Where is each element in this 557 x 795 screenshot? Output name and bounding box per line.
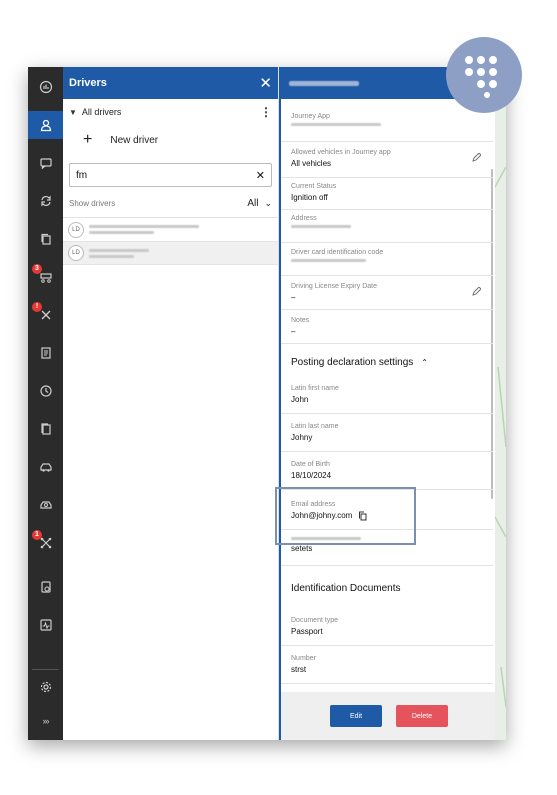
new-driver-button[interactable]: + New driver — [63, 125, 278, 155]
more-options-icon[interactable]: ⋮ — [260, 105, 272, 119]
vehicle-icon[interactable] — [28, 453, 63, 481]
driver-details-panel: Journey App Allowed vehicles in Journey … — [279, 67, 497, 740]
driver-filter[interactable]: ▼ All drivers ⋮ — [63, 99, 278, 125]
app-window: 3 ! 1 ››› Drivers ✕ ▼ All drivers ⋮ + Ne… — [28, 67, 506, 740]
section-title: Posting declaration settings — [291, 357, 414, 368]
drivers-header: Drivers ✕ — [63, 67, 278, 99]
clear-search-icon[interactable]: ✕ — [256, 169, 265, 182]
tools-badge: ! — [32, 302, 42, 312]
map-roads — [495, 166, 506, 708]
edit-pencil-icon[interactable] — [471, 153, 481, 163]
chat-icon[interactable] — [28, 149, 63, 177]
driver-card-field: Driver card identification code — [291, 249, 487, 262]
vehicle-settings-icon[interactable] — [28, 491, 63, 519]
email-highlight-box — [275, 487, 416, 545]
edit-button[interactable]: Edit — [330, 705, 382, 727]
show-drivers-select[interactable]: All ⌄ — [247, 198, 272, 209]
filter-label: All drivers — [81, 107, 122, 117]
brand-logo — [446, 37, 522, 113]
redacted-driver-text — [89, 248, 149, 258]
nav-rail: 3 ! 1 ››› — [28, 67, 63, 740]
delete-button[interactable]: Delete — [396, 705, 448, 727]
history-icon[interactable] — [28, 377, 63, 405]
list-item[interactable]: LD — [63, 241, 278, 265]
notes-field: Notes – — [291, 317, 310, 336]
drivers-panel: Drivers ✕ ▼ All drivers ⋮ + New driver f… — [63, 67, 279, 740]
dashboard-icon[interactable] — [28, 73, 63, 101]
search-value: fm — [76, 169, 88, 181]
last-name-field: Latin last name Johny — [291, 423, 339, 442]
list-item[interactable]: LD — [63, 217, 278, 241]
sync-icon[interactable] — [28, 187, 63, 215]
first-name-field: Latin first name John — [291, 385, 339, 404]
rail-divider — [32, 669, 59, 670]
network-badge: 1 — [32, 530, 42, 540]
document-type-field: Document type Passport — [291, 617, 339, 636]
route-badge: 3 — [32, 264, 42, 274]
copy-icon[interactable] — [28, 225, 63, 253]
allowed-vehicles-field: Allowed vehicles in Journey app All vehi… — [291, 149, 391, 168]
edit-pencil-icon[interactable] — [471, 287, 481, 297]
driver-icon[interactable] — [28, 111, 63, 139]
chevron-down-icon: ▼ — [69, 107, 77, 117]
current-status-field: Current Status Ignition off — [291, 183, 337, 202]
monitor-icon[interactable] — [28, 611, 63, 639]
report-icon[interactable] — [28, 573, 63, 601]
files-icon[interactable] — [28, 415, 63, 443]
journey-app-field: Journey App — [291, 113, 487, 126]
avatar: LD — [68, 245, 84, 261]
show-drivers-label: Show drivers — [69, 198, 116, 208]
search-input[interactable]: fm ✕ — [69, 163, 272, 187]
show-drivers-value: All — [247, 197, 259, 209]
show-drivers-row: Show drivers All ⌄ — [63, 189, 278, 217]
drivers-title: Drivers — [69, 77, 107, 89]
details-footer: Edit Delete — [281, 692, 497, 740]
redacted-driver-text — [89, 225, 199, 234]
dots-logo-icon — [465, 56, 497, 98]
network-icon[interactable]: 1 — [28, 529, 63, 557]
close-icon[interactable]: ✕ — [259, 76, 272, 91]
gear-icon[interactable] — [28, 673, 63, 701]
dob-field: Date of Birth 18/10/2024 — [291, 461, 332, 480]
document-number-field: Number strst — [291, 655, 316, 674]
map-view[interactable] — [495, 67, 506, 740]
chevron-down-icon: ⌄ — [264, 197, 272, 208]
identification-documents-title: Identification Documents — [291, 583, 401, 594]
expand-icon[interactable]: ››› — [28, 707, 63, 735]
document-icon[interactable] — [28, 339, 63, 367]
new-driver-label: New driver — [110, 134, 159, 146]
details-body[interactable]: Journey App Allowed vehicles in Journey … — [281, 99, 493, 692]
address-field: Address — [291, 215, 487, 228]
chevron-up-icon: ⌃ — [421, 358, 428, 367]
posting-declaration-toggle[interactable]: Posting declaration settings ⌃ — [291, 357, 428, 368]
redacted-driver-name — [289, 80, 359, 86]
plus-icon: + — [83, 131, 93, 148]
tools-icon[interactable]: ! — [28, 301, 63, 329]
route-icon[interactable]: 3 — [28, 263, 63, 291]
scrollbar[interactable] — [491, 169, 493, 499]
license-expiry-field: Driving License Expiry Date – — [291, 283, 377, 302]
avatar: LD — [68, 221, 84, 238]
